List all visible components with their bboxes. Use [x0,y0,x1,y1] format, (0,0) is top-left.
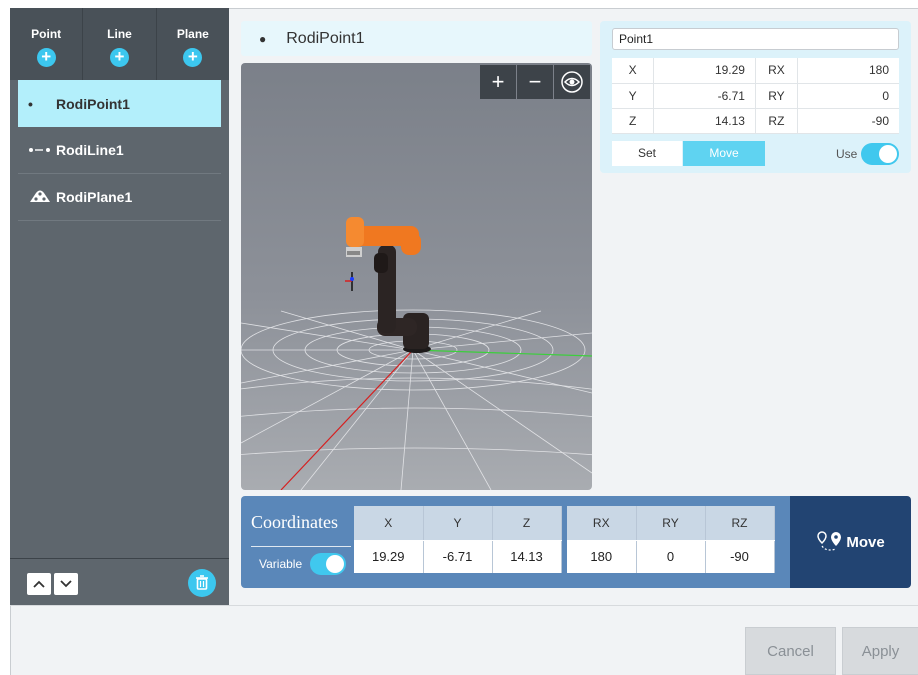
plane-icon [28,188,56,207]
variable-toggle[interactable] [310,553,347,575]
sidebar-item-rodiplane1[interactable]: RodiPlane1 [18,174,221,221]
use-toggle-group: Use [836,143,900,165]
cancel-button[interactable]: Cancel [745,627,836,675]
zoom-in-button[interactable]: + [480,65,516,99]
apply-button[interactable]: Apply [842,627,918,675]
dot-icon: ● [259,31,267,46]
eye-icon [561,71,583,93]
divider [251,546,351,547]
value-cell[interactable]: 180 [567,540,637,573]
view-toolbar: + − [479,65,590,99]
add-point-label: Point [31,27,62,41]
move-to-point-button[interactable]: Move [683,141,765,166]
axis-value: 180 [796,58,899,84]
axis-label: X [612,58,654,84]
axis-label: RX [754,58,798,84]
add-plane-button[interactable]: + [183,48,203,67]
waypoint-pin-icon [817,531,842,551]
table-row: 19.29 -6.71 14.13 [354,540,562,573]
point-panel: Point1 X 19.29 RX 180 Y -6.71 RY 0 Z 14.… [600,21,911,173]
axis-label: RZ [754,108,798,134]
sidebar-list: • RodiPoint1 RodiLine1 RodiPlane1 [18,80,221,221]
header-cell: RZ [705,506,775,541]
coordinates-rotation-table: RX RY RZ 180 0 -90 [567,506,775,573]
axis-label: Z [612,108,654,134]
use-label: Use [836,147,858,161]
table-header-row: X Y Z [354,506,562,541]
coordinates-title: Coordinates [251,512,338,532]
zoom-out-button[interactable]: − [517,65,553,99]
sidebar-header: Point + Line + Plane + [10,8,229,80]
add-line-column: Line + [83,8,157,80]
table-row: 180 0 -90 [567,540,775,573]
view-toggle-button[interactable] [554,65,590,99]
table-row: Y -6.71 RY 0 [612,83,899,109]
header-cell: RY [636,506,706,541]
point-coordinates-table: X 19.29 RX 180 Y -6.71 RY 0 Z 14.13 RZ -… [612,58,899,134]
axis-label: RY [754,83,798,109]
footer-divider [10,605,918,606]
sidebar-item-rodiline1[interactable]: RodiLine1 [18,127,221,174]
variable-toggle-group: Variable [259,553,347,575]
object-title: RodiPoint1 [286,29,365,47]
header-cell: X [354,506,424,541]
add-plane-label: Plane [176,27,209,41]
value-cell[interactable]: -6.71 [423,540,493,573]
trash-icon [196,575,208,590]
add-line-button[interactable]: + [109,48,129,67]
add-point-column: Point + [10,8,84,80]
header-cell: RX [567,506,637,541]
chevron-up-icon [33,580,45,588]
value-cell[interactable]: 19.29 [354,540,424,573]
use-toggle[interactable] [861,143,900,165]
add-line-label: Line [107,27,132,41]
sidebar-footer [10,558,229,605]
point-name-field[interactable]: Point1 [612,28,899,50]
coordinates-xyz-table: X Y Z 19.29 -6.71 14.13 [354,506,562,573]
line-icon [28,142,56,158]
axis-value: 0 [796,83,899,109]
dot-icon: • [28,95,33,112]
table-row: X 19.29 RX 180 [612,58,899,84]
sidebar-item-rodipoint1[interactable]: • RodiPoint1 [18,80,221,127]
table-row: Z 14.13 RZ -90 [612,108,899,134]
add-plane-column: Plane + [157,8,229,80]
axis-value: 14.13 [653,108,756,134]
move-button[interactable]: Move [790,496,911,588]
axis-value: -6.71 [653,83,756,109]
add-point-button[interactable]: + [36,48,56,67]
move-down-button[interactable] [54,573,78,595]
sidebar-item-label: RodiLine1 [56,142,124,158]
object-title-bar: ● RodiPoint1 [241,21,592,56]
sidebar-item-label: RodiPoint1 [56,95,130,112]
delete-button[interactable] [188,569,216,597]
value-cell[interactable]: 0 [636,540,706,573]
set-button[interactable]: Set [612,141,682,166]
value-cell[interactable]: -90 [705,540,775,573]
axis-value: -90 [796,108,899,134]
move-button-label: Move [846,533,885,551]
table-header-row: RX RY RZ [567,506,775,541]
move-up-button[interactable] [27,573,51,595]
variable-label: Variable [259,557,303,571]
coordinates-bar: Coordinates Variable X Y Z 19.29 -6.71 1… [241,496,790,588]
3d-viewport[interactable]: + − [241,63,592,490]
header-cell: Z [492,506,562,541]
sidebar-item-label: RodiPlane1 [56,189,133,205]
sidebar: Point + Line + Plane + • RodiPoint1 Rodi… [10,8,229,605]
robot-scene [241,217,592,490]
axis-label: Y [612,83,654,109]
header-cell: Y [423,506,493,541]
axis-value: 19.29 [653,58,756,84]
chevron-down-icon [60,580,72,588]
value-cell[interactable]: 14.13 [492,540,562,573]
